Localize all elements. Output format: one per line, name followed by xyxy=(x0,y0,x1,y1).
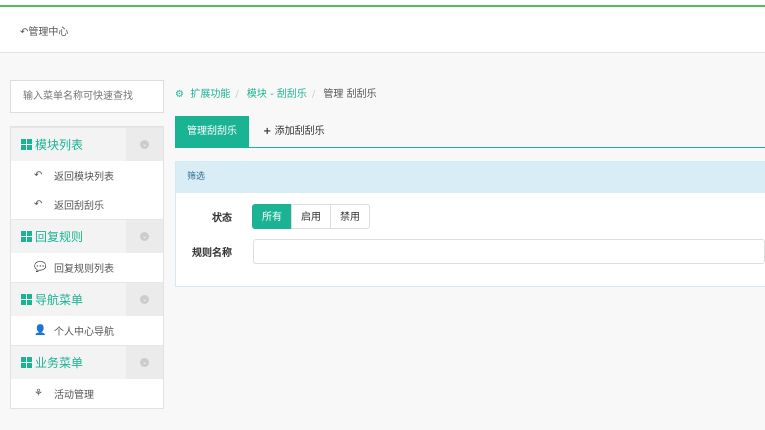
plus-icon: + xyxy=(263,126,272,137)
status-row: 状态 所有 启用 禁用 xyxy=(176,204,765,229)
status-label: 状态 xyxy=(212,213,232,224)
sidebar-item-profile-nav[interactable]: 👤 个人中心导航 xyxy=(11,316,163,345)
tab-bar: 管理刮刮乐 + 添加刮刮乐 xyxy=(175,116,765,148)
rule-name-row: 规则名称 xyxy=(176,239,765,264)
collapse-toggle[interactable]: ⌄ xyxy=(126,220,163,253)
status-enabled-button[interactable]: 启用 xyxy=(291,204,331,229)
reply-icon: ↶ xyxy=(34,170,43,181)
activity-icon: ⚘ xyxy=(34,388,43,399)
sidebar-group-modules[interactable]: 模块列表 ⌄ xyxy=(11,127,163,161)
filter-panel: 筛选 状态 所有 启用 禁用 规则名称 xyxy=(175,161,765,287)
reply-icon: ↶ xyxy=(34,199,43,210)
chevron-down-icon: ⌄ xyxy=(140,295,149,304)
breadcrumb: ⚙ 扩展功能 / 模块 - 刮刮乐 / 管理 刮刮乐 xyxy=(175,89,377,100)
sidebar-item-back-scratch[interactable]: ↶ 返回刮刮乐 xyxy=(11,190,163,219)
panel-heading: 筛选 xyxy=(176,162,765,193)
rule-name-input[interactable] xyxy=(253,239,765,264)
grid-icon xyxy=(21,357,32,368)
grid-icon xyxy=(21,231,32,242)
chevron-down-icon: ⌄ xyxy=(140,358,149,367)
header: ↶管理中心 xyxy=(0,7,765,53)
sidebar-group-business-menu[interactable]: 业务菜单 ⌄ xyxy=(11,345,163,379)
breadcrumb-current: 管理 刮刮乐 xyxy=(323,89,377,100)
chevron-down-icon: ⌄ xyxy=(140,232,149,241)
chevron-down-icon: ⌄ xyxy=(140,140,149,149)
status-disabled-button[interactable]: 禁用 xyxy=(330,204,370,229)
collapse-toggle[interactable]: ⌄ xyxy=(126,346,163,379)
user-icon: 👤 xyxy=(34,325,47,336)
collapse-toggle[interactable]: ⌄ xyxy=(126,128,163,161)
grid-icon xyxy=(21,294,32,305)
breadcrumb-link[interactable]: 扩展功能 xyxy=(190,89,230,100)
tab-add-scratch[interactable]: + 添加刮刮乐 xyxy=(251,116,337,147)
rule-name-label: 规则名称 xyxy=(192,248,232,259)
menu-search-input[interactable] xyxy=(10,80,164,113)
sidebar-group-nav-menu[interactable]: 导航菜单 ⌄ xyxy=(11,282,163,316)
collapse-toggle[interactable]: ⌄ xyxy=(126,283,163,316)
grid-icon xyxy=(21,139,32,150)
breadcrumb-link[interactable]: 模块 - 刮刮乐 xyxy=(247,89,307,100)
cogs-icon: ⚙ xyxy=(175,89,184,100)
tab-manage-scratch[interactable]: 管理刮刮乐 xyxy=(175,116,249,147)
sidebar-item-back-module-list[interactable]: ↶ 返回模块列表 xyxy=(11,161,163,190)
top-accent-bar xyxy=(0,0,765,7)
status-button-group: 所有 启用 禁用 xyxy=(252,204,370,229)
back-to-admin-link[interactable]: ↶管理中心 xyxy=(20,23,68,38)
sidebar-item-reply-rule-list[interactable]: 💬 回复规则列表 xyxy=(11,253,163,282)
status-all-button[interactable]: 所有 xyxy=(252,204,292,229)
comments-icon: 💬 xyxy=(34,262,47,273)
sidebar-item-activity-management[interactable]: ⚘ 活动管理 xyxy=(11,379,163,408)
sidebar-menu: 模块列表 ⌄ ↶ 返回模块列表 ↶ 返回刮刮乐 回复规则 ⌄ 💬 回复规则列表 导航菜单 ⌄… xyxy=(10,126,164,409)
sidebar-group-reply-rules[interactable]: 回复规则 ⌄ xyxy=(11,219,163,253)
